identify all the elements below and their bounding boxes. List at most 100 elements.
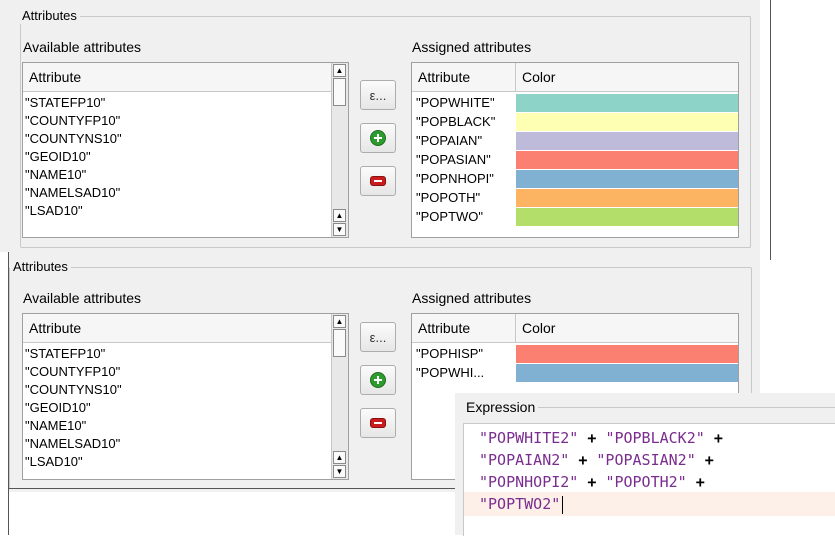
add-attribute-button[interactable] [360,365,396,395]
color-swatch[interactable] [516,113,738,131]
top-available-scrollbar[interactable]: ▲ ▲ ▼ [331,63,348,237]
field-token: "POPTWO2" [479,495,561,513]
arrow-up-icon[interactable]: ▲ [333,451,346,464]
arrow-up-icon[interactable]: ▲ [333,315,346,328]
plus-circle-icon [370,130,386,146]
expression-title: Expression [463,399,539,415]
list-item[interactable]: "COUNTYFP10" [25,112,122,130]
list-item[interactable]: "NAMELSAD10" [25,435,122,453]
bottom-available-header[interactable]: Attribute [23,314,331,342]
list-item[interactable]: "COUNTYFP10" [25,363,122,381]
list-item[interactable]: "STATEFP10" [25,345,122,363]
operator-token: + [578,451,588,469]
bottom-available-rows: "STATEFP10" "COUNTYFP10" "COUNTYNS10" "G… [25,345,122,471]
list-item[interactable]: "NAMELSAD10" [25,184,122,202]
field-token: "POPAIAN2" [479,451,570,469]
plus-circle-icon [370,372,386,388]
text-caret [562,495,564,514]
color-swatch[interactable] [516,151,738,169]
assigned-attribute: "POPHISP" [416,346,484,361]
table-row[interactable]: "POPAIAN" [412,132,738,150]
assigned-attribute[interactable]: "POPWHI... [416,364,484,382]
list-item[interactable]: "LSAD10" [25,453,122,471]
bottom-available-label: Available attributes [23,290,142,306]
field-token: "POPBLACK2" [605,429,705,447]
table-row[interactable]: "POPBLACK" [412,113,738,131]
epsilon-icon: ε... [369,87,387,103]
bottom-assigned-label: Assigned attributes [412,290,532,306]
expression-button[interactable]: ε... [360,322,396,352]
add-attribute-button[interactable] [360,123,396,153]
table-row[interactable]: "POPASIAN" [412,151,738,169]
top-available-rows: "STATEFP10" "COUNTYFP10" "COUNTYNS10" "G… [25,94,122,220]
code-line: "POPWHITE2" + "POPBLACK2" + [464,426,835,450]
expression-button[interactable]: ε... [360,80,396,110]
color-swatch[interactable] [516,208,738,226]
top-available-list[interactable]: Attribute "STATEFP10" "COUNTYFP10" "COUN… [22,62,349,238]
assigned-attribute: "POPAIAN" [416,133,483,148]
color-swatch[interactable] [516,364,738,382]
list-item[interactable]: "COUNTYNS10" [25,130,122,148]
bottom-group-title: Attributes [10,259,71,275]
list-item[interactable]: "NAME10" [25,166,122,184]
list-item[interactable]: "NAME10" [25,417,122,435]
color-swatch[interactable] [516,94,738,112]
top-assigned-label: Assigned attributes [412,39,532,55]
remove-attribute-button[interactable] [360,166,396,196]
top-assigned-header-attribute[interactable]: Attribute [412,63,516,91]
top-available-header[interactable]: Attribute [23,63,331,91]
code-line: "POPAIAN2" + "POPASIAN2" + [464,448,835,472]
color-swatch[interactable] [516,132,738,150]
epsilon-icon: ε... [369,329,387,345]
table-row[interactable]: "POPHISP" [412,345,738,363]
table-row[interactable]: "POPWHITE" [412,94,738,112]
arrow-down-icon[interactable]: ▼ [333,465,346,478]
table-row[interactable]: "POPNHOPI" [412,170,738,188]
operator-token: + [704,451,714,469]
current-code-line: "POPTWO2" [464,492,835,516]
list-item[interactable]: "STATEFP10" [25,94,122,112]
top-assigned-header-color[interactable]: Color [516,63,738,91]
window-edge-right [770,0,771,260]
top-attributes-panel: Attributes Available attributes Assigned… [0,0,760,252]
assigned-attribute: "POPNHOPI" [416,171,494,186]
window-edge-bottom [8,488,456,489]
scrollbar-thumb[interactable] [333,78,346,106]
operator-token: + [695,473,705,491]
field-token: "POPNHOPI2" [479,473,579,491]
field-token: "POPOTH2" [605,473,687,491]
top-group-title: Attributes [19,8,80,24]
color-swatch[interactable] [516,189,738,207]
table-row[interactable]: "POPOTH" [412,189,738,207]
bottom-available-list[interactable]: Attribute "STATEFP10" "COUNTYFP10" "COUN… [22,313,349,480]
bottom-assigned-header-color[interactable]: Color [516,314,738,342]
arrow-up-icon[interactable]: ▲ [333,209,346,222]
scrollbar-thumb[interactable] [333,329,346,357]
remove-attribute-button[interactable] [360,408,396,438]
operator-token: + [587,473,597,491]
assigned-attribute: "POPASIAN" [416,152,491,167]
list-item[interactable]: "GEOID10" [25,148,122,166]
top-assigned-list[interactable]: Attribute Color "POPWHITE" "POPBLACK" "P… [411,62,739,238]
bottom-available-scrollbar[interactable]: ▲ ▲ ▼ [331,314,348,479]
field-token: "POPWHITE2" [479,429,579,447]
assigned-attribute: "POPWHITE" [416,95,495,110]
color-swatch[interactable] [516,170,738,188]
table-row[interactable]: "POPTWO" [412,208,738,226]
color-swatch[interactable] [516,345,738,363]
window-edge-left [8,252,9,535]
operator-token: + [587,429,597,447]
assigned-attribute: "POPBLACK" [416,114,496,129]
list-item[interactable]: "COUNTYNS10" [25,381,122,399]
assigned-attribute: "POPOTH" [416,190,481,205]
operator-token: + [713,429,723,447]
arrow-up-icon[interactable]: ▲ [333,64,346,77]
table-row[interactable]: "POPWHI... [412,364,738,382]
arrow-down-icon[interactable]: ▼ [333,223,346,236]
field-token: "POPASIAN2" [596,451,696,469]
bottom-assigned-header-attribute[interactable]: Attribute [412,314,516,342]
list-item[interactable]: "GEOID10" [25,399,122,417]
list-item[interactable]: "LSAD10" [25,202,122,220]
expression-editor[interactable]: "POPWHITE2" + "POPBLACK2" + "POPAIAN2" +… [463,423,835,536]
top-available-label: Available attributes [23,39,142,55]
